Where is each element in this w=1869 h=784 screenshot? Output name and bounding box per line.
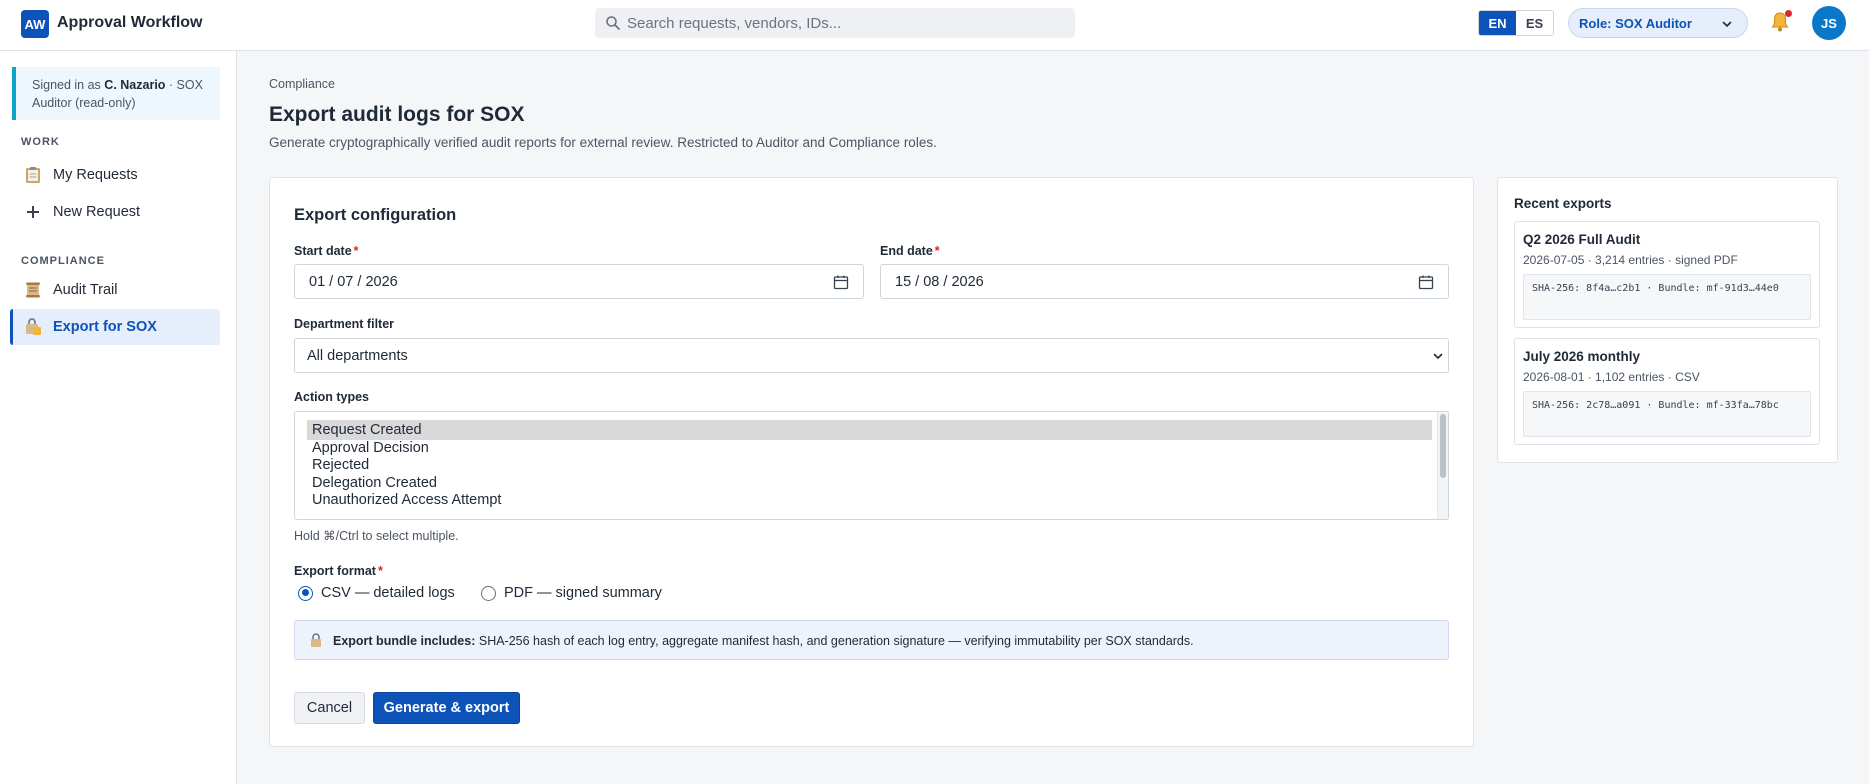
start-date-month[interactable]: 07 (337, 274, 353, 290)
bundle-info-title: Export bundle includes: (333, 634, 476, 648)
format-pdf-label: PDF — signed summary (504, 585, 662, 601)
format-csv-label: CSV — detailed logs (321, 585, 455, 601)
page-title: Export audit logs for SOX (269, 103, 525, 126)
action-type-option[interactable]: Unauthorized Access Attempt (307, 490, 1432, 510)
clipboard-icon (24, 166, 42, 184)
page-description: Generate cryptographically verified audi… (269, 135, 937, 150)
global-search[interactable] (595, 8, 1075, 38)
sidebar-item-label: Audit Trail (53, 282, 118, 298)
scrollbar-thumb[interactable] (1440, 414, 1446, 478)
signed-in-name: C. Nazario (104, 78, 166, 92)
end-date-year[interactable]: 2026 (951, 274, 983, 290)
format-csv-option[interactable]: CSV — detailed logs (298, 585, 455, 601)
signed-in-prefix: Signed in as (32, 78, 101, 92)
lock-icon (311, 633, 321, 647)
format-pdf-radio[interactable] (481, 585, 496, 601)
action-types-listbox[interactable]: Request Created Approval Decision Reject… (294, 411, 1449, 520)
start-date-field[interactable]: 01 / 07 / 2026 (294, 264, 864, 299)
action-types-hint: Hold ⌘/Ctrl to select multiple. (294, 529, 459, 543)
language-switcher: EN ES (1478, 10, 1554, 36)
recent-export-item[interactable]: Q2 2026 Full Audit 2026-07-05 · 3,214 en… (1514, 221, 1820, 328)
recent-export-meta: 2026-07-05 · 3,214 entries · signed PDF (1523, 253, 1738, 267)
chevron-down-icon (1433, 353, 1443, 360)
lang-en-button[interactable]: EN (1479, 11, 1516, 35)
recent-export-name: Q2 2026 Full Audit (1523, 232, 1641, 247)
start-date-label: Start date * (294, 244, 359, 258)
recent-export-hash: SHA-256: 2c78…a091 · Bundle: mf-33fa…78b… (1523, 391, 1811, 437)
recent-export-hash: SHA-256: 8f4a…c2b1 · Bundle: mf-91d3…44e… (1523, 274, 1811, 320)
format-pdf-option[interactable]: PDF — signed summary (481, 585, 662, 601)
action-types-label: Action types (294, 390, 370, 404)
role-selector[interactable]: Role: SOX Auditor (1568, 8, 1748, 38)
export-bundle-info: Export bundle includes: SHA-256 hash of … (294, 620, 1449, 660)
recent-export-item[interactable]: July 2026 monthly 2026-08-01 · 1,102 ent… (1514, 338, 1820, 445)
department-filter-select[interactable]: All departments (294, 338, 1449, 373)
role-label: Role: SOX Auditor (1579, 16, 1692, 31)
export-configuration-card: Export configuration Start date * 01 / 07… (269, 177, 1474, 747)
sidebar-item-audit-trail[interactable]: Audit Trail (10, 272, 220, 308)
sidebar-item-label: My Requests (53, 167, 138, 183)
required-marker: * (934, 244, 940, 258)
recent-exports-panel: Recent exports Q2 2026 Full Audit 2026-0… (1497, 177, 1838, 463)
end-date-day[interactable]: 15 (895, 274, 911, 290)
card-title: Export configuration (294, 206, 457, 224)
department-filter-value: All departments (307, 348, 408, 364)
export-format-label: Export format * (294, 564, 383, 578)
sidebar: Signed in as C. Nazario · SOX Auditor (r… (0, 51, 237, 784)
lock-icon (24, 318, 42, 336)
recent-exports-title: Recent exports (1514, 196, 1612, 211)
end-date-month[interactable]: 08 (923, 274, 939, 290)
recent-export-name: July 2026 monthly (1523, 349, 1641, 364)
sidebar-section-compliance: COMPLIANCE (21, 255, 105, 267)
app-logo[interactable]: AW (21, 10, 49, 38)
listbox-scrollbar[interactable] (1437, 412, 1448, 519)
sidebar-section-work: WORK (21, 136, 60, 148)
start-date-year[interactable]: 2026 (365, 274, 397, 290)
format-csv-radio[interactable] (298, 585, 313, 601)
search-icon (606, 16, 620, 30)
bundle-info-text: SHA-256 hash of each log entry, aggregat… (478, 634, 1194, 648)
end-date-label: End date * (880, 244, 940, 258)
calendar-icon[interactable] (833, 274, 849, 290)
end-date-field[interactable]: 15 / 08 / 2026 (880, 264, 1449, 299)
sidebar-item-label: Export for SOX (53, 319, 157, 335)
required-marker: * (377, 564, 383, 578)
recent-export-meta: 2026-08-01 · 1,102 entries · CSV (1523, 370, 1700, 384)
sidebar-item-new-request[interactable]: New Request (10, 194, 220, 230)
cancel-button[interactable]: Cancel (294, 692, 365, 724)
notifications-button[interactable] (1768, 10, 1792, 34)
signed-in-banner: Signed in as C. Nazario · SOX Auditor (r… (12, 67, 220, 120)
start-date-day[interactable]: 01 (309, 274, 325, 290)
scroll-icon (24, 281, 42, 299)
sidebar-item-export-for-sox[interactable]: Export for SOX (10, 309, 220, 345)
lang-es-button[interactable]: ES (1516, 11, 1553, 35)
action-type-option[interactable]: Request Created (307, 420, 1432, 440)
required-marker: * (353, 244, 359, 258)
calendar-icon[interactable] (1418, 274, 1434, 290)
plus-icon (24, 203, 42, 221)
search-input[interactable] (627, 8, 1067, 38)
breadcrumb[interactable]: Compliance (269, 77, 335, 91)
top-bar: AW Approval Workflow EN ES Role: SOX Aud… (0, 0, 1869, 51)
app-title[interactable]: Approval Workflow (57, 14, 203, 32)
sidebar-item-label: New Request (53, 204, 141, 220)
chevron-down-icon (1722, 21, 1732, 28)
action-type-option[interactable]: Rejected (307, 455, 1432, 475)
sidebar-item-my-requests[interactable]: My Requests (10, 157, 220, 193)
department-filter-label: Department filter (294, 317, 395, 331)
user-avatar[interactable]: JS (1812, 6, 1846, 40)
generate-export-button[interactable]: Generate & export (373, 692, 520, 724)
notification-dot (1785, 10, 1792, 17)
